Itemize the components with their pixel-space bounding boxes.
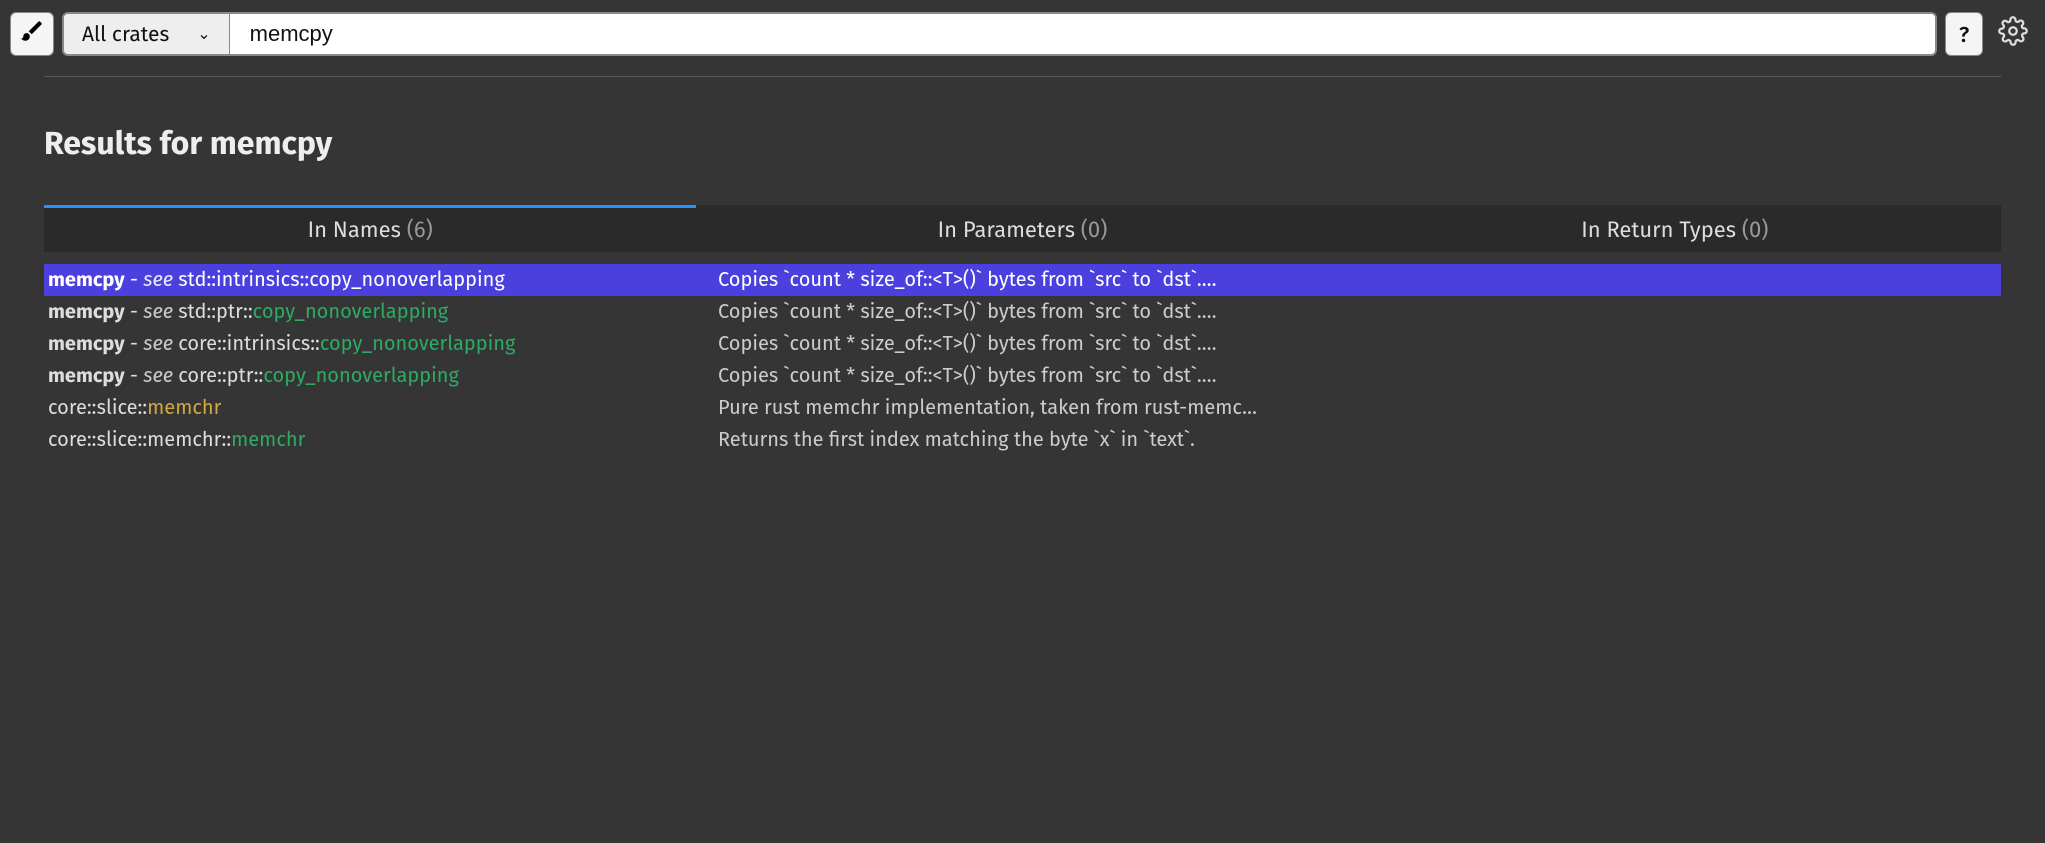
result-module-path: core::ptr::	[178, 364, 263, 388]
result-path: memcpy - see core::intrinsics::copy_nono…	[48, 329, 678, 359]
tab-in-parameters[interactable]: In Parameters (0)	[696, 205, 1348, 252]
tab-in-return-types[interactable]: In Return Types (0)	[1349, 205, 2001, 252]
result-row[interactable]: memcpy - see core::ptr::copy_nonoverlapp…	[44, 360, 2001, 392]
result-description: Pure rust memchr implementation, taken f…	[718, 393, 1997, 423]
result-row[interactable]: core::slice::memchr Pure rust memchr impl…	[44, 392, 2001, 424]
result-keyword: memcpy	[48, 268, 125, 292]
result-keyword: memcpy	[48, 332, 125, 356]
result-module-path: core::slice::	[48, 396, 147, 420]
result-see: see	[143, 268, 178, 292]
result-target: copy_nonoverlapping	[320, 332, 516, 356]
result-target: memchr	[147, 396, 221, 420]
result-path: core::slice::memchr::memchr	[48, 425, 678, 455]
result-keyword: memcpy	[48, 300, 125, 324]
search-input[interactable]	[230, 14, 1935, 54]
result-module-path: std::intrinsics::	[178, 268, 309, 292]
result-module-path: std::ptr::	[178, 300, 252, 324]
settings-button[interactable]	[1991, 12, 2035, 56]
result-see: see	[143, 364, 178, 388]
result-module-path: core::intrinsics::	[178, 332, 320, 356]
result-row[interactable]: memcpy - see std::ptr::copy_nonoverlappi…	[44, 296, 2001, 328]
result-see: see	[143, 300, 178, 324]
crate-select-label: All crates	[82, 21, 169, 47]
help-button[interactable]: ?	[1945, 12, 1983, 56]
tab-label: In Names	[308, 216, 401, 243]
result-target: copy_nonoverlapping	[309, 268, 505, 292]
result-row[interactable]: memcpy - see core::intrinsics::copy_nono…	[44, 328, 2001, 360]
result-description: Copies `count * size_of::<T>()` bytes fr…	[718, 297, 1997, 327]
result-see: see	[143, 332, 178, 356]
gear-icon	[1998, 16, 2028, 52]
result-path: memcpy - see std::ptr::copy_nonoverlappi…	[48, 297, 678, 327]
result-path: core::slice::memchr	[48, 393, 678, 423]
crate-select[interactable]: All crates ⌄	[64, 14, 230, 54]
result-target: copy_nonoverlapping	[253, 300, 449, 324]
result-keyword: memcpy	[48, 364, 125, 388]
result-row[interactable]: core::slice::memchr::memchr Returns the f…	[44, 424, 2001, 456]
result-row[interactable]: memcpy - see std::intrinsics::copy_nonov…	[44, 264, 2001, 296]
tab-count: (6)	[401, 216, 433, 243]
tab-label: In Return Types	[1581, 216, 1736, 243]
brush-icon	[19, 18, 45, 50]
tab-label: In Parameters	[938, 216, 1075, 243]
help-label: ?	[1959, 21, 1969, 48]
chevron-down-icon: ⌄	[197, 24, 210, 44]
result-path: memcpy - see std::intrinsics::copy_nonov…	[48, 265, 678, 295]
result-description: Copies `count * size_of::<T>()` bytes fr…	[718, 265, 1997, 295]
result-module-path: core::slice::memchr::	[48, 428, 231, 452]
result-description: Copies `count * size_of::<T>()` bytes fr…	[718, 329, 1997, 359]
logo-button[interactable]	[10, 12, 54, 56]
results-heading: Results for memcpy	[44, 125, 2001, 163]
result-description: Copies `count * size_of::<T>()` bytes fr…	[718, 361, 1997, 391]
result-target: copy_nonoverlapping	[263, 364, 459, 388]
result-path: memcpy - see core::ptr::copy_nonoverlapp…	[48, 361, 678, 391]
tab-count: (0)	[1075, 216, 1107, 243]
result-description: Returns the first index matching the byt…	[718, 425, 1997, 455]
result-target: memchr	[231, 428, 305, 452]
tab-in-names[interactable]: In Names (6)	[44, 205, 696, 252]
tab-count: (0)	[1736, 216, 1768, 243]
